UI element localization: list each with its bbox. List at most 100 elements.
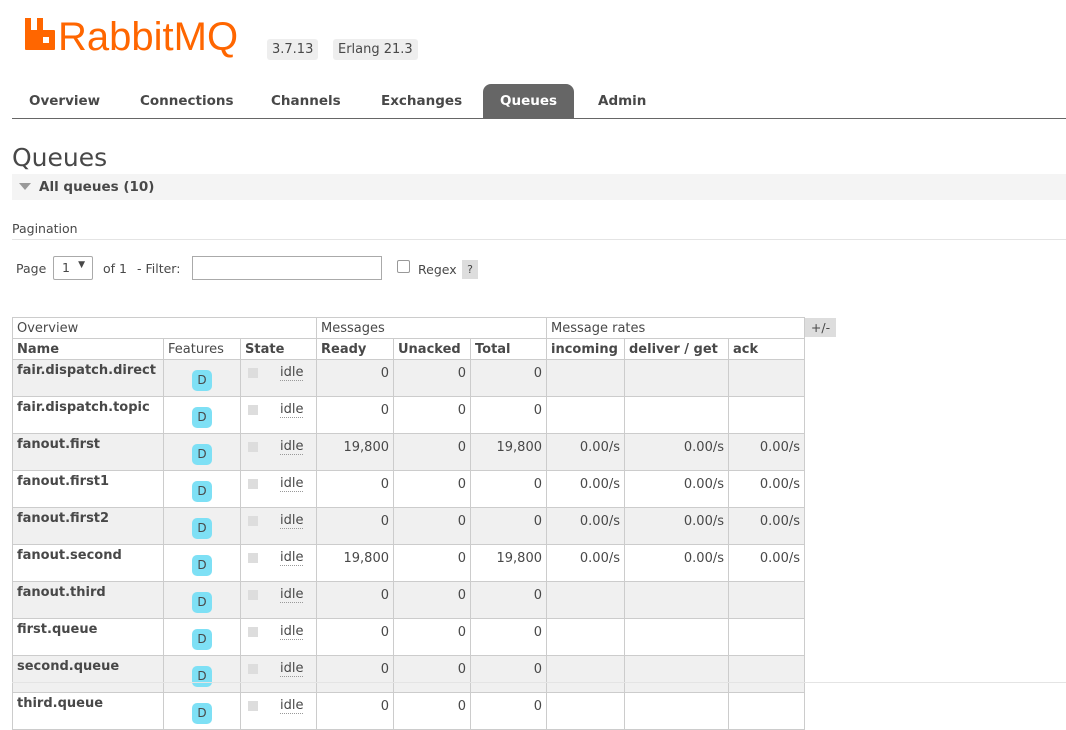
ready-count: 19,800 — [316, 433, 394, 471]
col-header-incoming[interactable]: incoming — [546, 338, 625, 360]
deliver-get-rate — [624, 655, 729, 693]
state-label: idle — [280, 365, 304, 381]
state-indicator-icon — [248, 700, 258, 711]
table-row: second.queue Didle 0 0 0 — [12, 655, 805, 693]
all-queues-section-toggle[interactable]: All queues (10) — [12, 174, 1066, 200]
unacked-count: 0 — [393, 544, 471, 582]
state-cell: idle — [240, 433, 317, 471]
state-cell: idle — [240, 507, 317, 545]
durable-badge: D — [192, 517, 212, 539]
queue-name-link[interactable]: first.queue — [12, 618, 164, 656]
col-header-ready[interactable]: Ready — [316, 338, 394, 360]
col-header-deliver-get[interactable]: deliver / get — [624, 338, 729, 360]
total-count: 0 — [470, 396, 547, 434]
queue-name-link[interactable]: fair.dispatch.direct — [12, 359, 164, 397]
incoming-rate: 0.00/s — [546, 507, 625, 545]
state-label: idle — [280, 439, 304, 455]
unacked-count: 0 — [393, 507, 471, 545]
group-header-message-rates: Message rates — [546, 317, 805, 339]
state-indicator-icon — [248, 552, 258, 563]
queue-name-link[interactable]: third.queue — [12, 692, 164, 730]
tab-connections[interactable]: Connections — [123, 84, 251, 118]
table-row: fanout.first Didle 19,800 0 19,800 0.00/s 0.00… — [12, 433, 805, 471]
table-row: fanout.third Didle 0 0 0 — [12, 581, 805, 619]
state-cell: idle — [240, 618, 317, 656]
state-label: idle — [280, 698, 304, 714]
col-header-state[interactable]: State — [240, 338, 317, 360]
table-row: third.queue Didle 0 0 0 — [12, 692, 805, 730]
state-label: idle — [280, 587, 304, 603]
ack-rate: 0.00/s — [728, 544, 805, 582]
queue-name-link[interactable]: fanout.first — [12, 433, 164, 471]
queue-name-link[interactable]: second.queue — [12, 655, 164, 693]
incoming-rate: 0.00/s — [546, 544, 625, 582]
col-header-total[interactable]: Total — [470, 338, 547, 360]
unacked-count: 0 — [393, 433, 471, 471]
column-toggle-button[interactable]: +/- — [805, 318, 836, 337]
ready-count: 19,800 — [316, 544, 394, 582]
deliver-get-rate: 0.00/s — [624, 544, 729, 582]
queue-name-link[interactable]: fanout.first1 — [12, 470, 164, 508]
col-header-name[interactable]: Name — [12, 338, 164, 360]
incoming-rate — [546, 692, 625, 730]
state-cell: idle — [240, 470, 317, 508]
table-row: fair.dispatch.direct Didle 0 0 0 — [12, 359, 805, 397]
pagination-title: Pagination — [12, 221, 78, 236]
page-select-value: 1 — [62, 260, 70, 275]
state-indicator-icon — [248, 589, 258, 600]
state-cell: idle — [240, 544, 317, 582]
regex-checkbox[interactable] — [397, 260, 410, 273]
durable-badge: D — [192, 702, 212, 724]
features-cell: D — [163, 581, 241, 619]
total-count: 19,800 — [470, 433, 547, 471]
state-indicator-icon — [248, 478, 258, 489]
state-cell: idle — [240, 655, 317, 693]
table-row: fair.dispatch.topic Didle 0 0 0 — [12, 396, 805, 434]
dropdown-arrow-icon: ▼ — [78, 260, 85, 270]
page-select[interactable]: 1 ▼ — [53, 256, 93, 280]
queue-name-link[interactable]: fair.dispatch.topic — [12, 396, 164, 434]
features-cell: D — [163, 655, 241, 693]
ready-count: 0 — [316, 470, 394, 508]
features-cell: D — [163, 618, 241, 656]
tab-admin[interactable]: Admin — [581, 84, 663, 118]
unacked-count: 0 — [393, 618, 471, 656]
tab-overview[interactable]: Overview — [12, 84, 117, 118]
durable-badge: D — [192, 628, 212, 650]
state-indicator-icon — [248, 663, 258, 674]
table-row: fanout.second Didle 19,800 0 19,800 0.00/s 0.0… — [12, 544, 805, 582]
group-header-messages: Messages — [316, 317, 547, 339]
col-header-unacked[interactable]: Unacked — [393, 338, 471, 360]
deliver-get-rate: 0.00/s — [624, 507, 729, 545]
features-cell: D — [163, 433, 241, 471]
total-count: 0 — [470, 507, 547, 545]
queue-name-link[interactable]: fanout.third — [12, 581, 164, 619]
queue-name-link[interactable]: fanout.second — [12, 544, 164, 582]
state-label: idle — [280, 550, 304, 566]
deliver-get-rate — [624, 692, 729, 730]
regex-help-button[interactable]: ? — [462, 260, 478, 279]
total-count: 0 — [470, 692, 547, 730]
regex-label: Regex — [418, 262, 457, 277]
ack-rate — [728, 396, 805, 434]
logo-text: RabbitMQ — [58, 15, 238, 59]
filter-input[interactable] — [192, 256, 382, 280]
deliver-get-rate — [624, 618, 729, 656]
section-label: All queues (10) — [39, 179, 155, 195]
rabbitmq-logo[interactable]: RabbitMQ — [24, 14, 254, 62]
ready-count: 0 — [316, 618, 394, 656]
tab-channels[interactable]: Channels — [254, 84, 358, 118]
divider — [12, 239, 1066, 240]
total-count: 0 — [470, 581, 547, 619]
col-header-ack[interactable]: ack — [728, 338, 805, 360]
tab-exchanges[interactable]: Exchanges — [364, 84, 479, 118]
state-indicator-icon — [248, 404, 258, 415]
ack-rate: 0.00/s — [728, 470, 805, 508]
features-cell: D — [163, 507, 241, 545]
ack-rate — [728, 692, 805, 730]
incoming-rate — [546, 359, 625, 397]
deliver-get-rate: 0.00/s — [624, 470, 729, 508]
tab-queues[interactable]: Queues — [483, 84, 575, 118]
ready-count: 0 — [316, 396, 394, 434]
queue-name-link[interactable]: fanout.first2 — [12, 507, 164, 545]
